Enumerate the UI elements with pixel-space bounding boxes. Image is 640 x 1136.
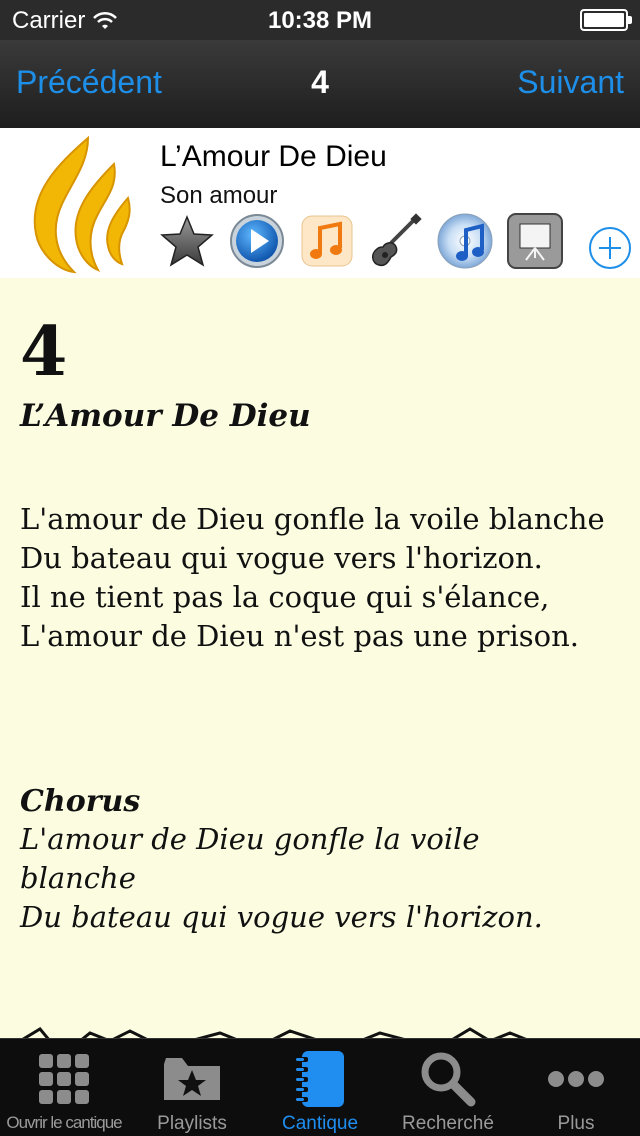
chords-button[interactable]: [366, 212, 424, 270]
presentation-button[interactable]: [506, 212, 564, 270]
song-title: L’Amour De Dieu: [160, 140, 387, 173]
itunes-button[interactable]: [436, 212, 494, 270]
next-button[interactable]: Suivant: [517, 64, 624, 101]
clock: 10:38 PM: [267, 7, 373, 34]
itunes-icon: [437, 213, 493, 269]
music-note-icon: [301, 215, 353, 267]
star-icon: [160, 215, 214, 267]
tab-label: Cantique: [281, 1113, 359, 1134]
play-button[interactable]: [228, 212, 286, 270]
hymn-content[interactable]: 4 L’Amour De Dieu L'amour de Dieu gonfle…: [0, 278, 640, 1038]
hymn-header: L’Amour De Dieu Son amour: [0, 128, 640, 278]
favorite-star-button[interactable]: [158, 212, 216, 270]
flame-logo-icon: [33, 135, 131, 274]
music-score-button[interactable]: [298, 212, 356, 270]
verse-line: Du bateau qui vogue vers l'horizon.: [20, 541, 543, 575]
tab-search[interactable]: Recherché: [384, 1039, 512, 1136]
add-icon: [589, 227, 631, 269]
chorus: L'amour de Dieu gonfle la voile blanche …: [20, 820, 560, 937]
tab-more[interactable]: Plus: [512, 1039, 640, 1136]
verse-line: Il ne tient pas la coque qui s'élance,: [20, 580, 550, 614]
song-subtitle: Son amour: [160, 182, 278, 209]
hymn-number: 4: [20, 312, 68, 392]
chorus-label: Chorus: [20, 784, 141, 819]
more-icon: [544, 1047, 608, 1111]
previous-button[interactable]: Précédent: [16, 64, 162, 101]
notebook-icon: [288, 1047, 352, 1111]
chorus-line: Du bateau qui vogue vers l'horizon.: [20, 900, 543, 934]
tab-bar: Ouvrir le cantique Playlists Cantique Re…: [0, 1038, 640, 1136]
tab-playlists[interactable]: Playlists: [128, 1039, 256, 1136]
add-to-playlist-button[interactable]: [584, 222, 636, 274]
grid-icon: [32, 1047, 96, 1111]
tab-label: Plus: [557, 1113, 595, 1134]
chorus-line: L'amour de Dieu gonfle la voile blanche: [20, 822, 480, 895]
navigation-bar: Précédent 4 Suivant: [0, 40, 640, 128]
tab-hymn[interactable]: Cantique: [256, 1039, 384, 1136]
status-bar: Carrier 10:38 PM: [0, 0, 640, 40]
verse-line: L'amour de Dieu gonfle la voile blanche: [20, 502, 605, 536]
tab-label: Ouvrir le cantique: [6, 1113, 122, 1132]
tab-label: Playlists: [157, 1113, 227, 1134]
verse: L'amour de Dieu gonfle la voile blanche …: [20, 500, 605, 656]
battery-icon: [580, 9, 632, 31]
folder-star-icon: [160, 1047, 224, 1111]
cut-off-text: [22, 1027, 527, 1038]
guitar-icon: [372, 213, 422, 267]
presentation-icon: [507, 213, 563, 269]
play-icon: [230, 214, 284, 268]
verse-line: L'amour de Dieu n'est pas une prison.: [20, 619, 579, 653]
tab-label: Recherché: [402, 1113, 494, 1134]
tab-open-hymn[interactable]: Ouvrir le cantique: [0, 1039, 128, 1136]
magnifier-icon: [416, 1047, 480, 1111]
hymn-title: L’Amour De Dieu: [20, 398, 311, 434]
